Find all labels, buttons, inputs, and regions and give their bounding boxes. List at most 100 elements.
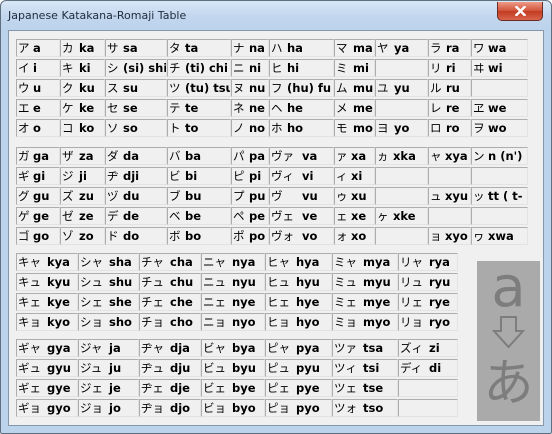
katakana-text: エ [18, 101, 30, 115]
katakana-text: キョ [18, 315, 41, 329]
katakana-text: ホ [271, 121, 283, 135]
romaji-text: xi [351, 169, 363, 183]
romaji-text: zu [79, 189, 94, 203]
table-cell: ズィ zi [398, 339, 458, 357]
katakana-text: ボ [169, 229, 181, 243]
romaji-text: myu [363, 275, 391, 289]
romaji-text: ko [79, 121, 95, 135]
romaji-text: we [488, 101, 507, 115]
table-cell: セ se [105, 99, 167, 117]
katakana-text: ル [430, 81, 442, 95]
katakana-text: オ [18, 121, 30, 135]
romaji-text: mi [353, 61, 369, 75]
romaji-text: xa [351, 149, 367, 163]
table-cell: ヴ vu [269, 187, 334, 205]
katakana-text: ツ [169, 81, 181, 95]
table-cell: ビョ byo [201, 399, 265, 417]
romaji-text: vu [302, 189, 318, 203]
romaji-text: wo [488, 121, 507, 135]
romaji-text: (hu) fu [287, 81, 332, 95]
katakana-text: ヌ [233, 81, 245, 95]
katakana-text: モ [336, 121, 348, 135]
katakana-text: ア [18, 41, 30, 55]
table-cell: マ ma [334, 39, 375, 57]
app-window: Japanese Katakana-Romaji Table ア a カ ka サ sa タ… [0, 0, 552, 434]
katakana-text: ビャ [203, 341, 226, 355]
katakana-text: ゲ [18, 209, 30, 223]
romaji-text: xe [351, 209, 367, 223]
katakana-text: ツィ [334, 361, 357, 375]
table-cell: ヨ yo [375, 119, 428, 137]
table-cell: ヒャ hya [265, 253, 332, 271]
katakana-text: ャ [430, 149, 442, 163]
table-cell: ディ di [398, 359, 458, 377]
table-cell: ツェ tse [332, 379, 398, 397]
table-cell: チョ cho [139, 313, 201, 331]
katakana-text: チョ [141, 315, 164, 329]
table-cell: ユ yu [375, 79, 428, 97]
table-cell: ヂョ djo [139, 399, 201, 417]
table-cell: ボ bo [167, 227, 231, 245]
romaji-text: cho [170, 315, 193, 329]
table-cell: ミャ mya [332, 253, 398, 271]
table-cell: チャ cha [139, 253, 201, 271]
romaji-text: pyu [296, 361, 320, 375]
table-cell: ギェ gye [16, 379, 78, 397]
romaji-text: pe [249, 209, 266, 223]
katakana-text: デ [107, 209, 119, 223]
romaji-text: ga [33, 149, 49, 163]
katakana-text: ヴァ [271, 149, 294, 163]
katakana-text: ショ [80, 315, 103, 329]
katakana-text: ヒ [271, 61, 283, 75]
table-cell: キャ kya [16, 253, 78, 271]
table-cell: ヅ du [105, 187, 167, 205]
katakana-text: ヂュ [141, 361, 164, 375]
katakana-text: ノ [233, 121, 245, 135]
katakana-text: ヲ [473, 121, 485, 135]
romaji-text: yo [394, 121, 410, 135]
table-cell: ソ so [105, 119, 167, 137]
romaji-text: ta [185, 41, 199, 55]
table-cell: ジ ji [60, 167, 105, 185]
romaji-text: nya [232, 255, 256, 269]
katakana-text: ジ [62, 169, 74, 183]
table-cell [375, 59, 428, 77]
katakana-text: ナ [233, 41, 245, 55]
table-cell: ァ xa [334, 147, 375, 165]
katakana-text: ヒュ [267, 275, 290, 289]
katakana-text: ブ [169, 189, 181, 203]
table-cell: モ mo [334, 119, 375, 137]
table-cell: キェ kye [16, 293, 78, 311]
table-cell: ツ (tu) tsu [167, 79, 231, 97]
katakana-text: ゴ [18, 229, 30, 243]
katakana-text: レ [430, 101, 442, 115]
romaji-text: pi [249, 169, 262, 183]
table-cell: ミョ myo [332, 313, 398, 331]
katakana-text: ギェ [18, 381, 41, 395]
romaji-text: kyu [47, 275, 71, 289]
close-button[interactable] [497, 2, 543, 21]
latin-letter: a [491, 255, 526, 320]
katakana-text: カ [62, 41, 74, 55]
down-arrow-icon [492, 316, 525, 349]
katakana-text: ピュ [267, 361, 290, 375]
romaji-text: go [33, 229, 50, 243]
table-cell: ヲ wo [471, 119, 528, 137]
table-cell: ヴェ ve [269, 207, 334, 225]
table-cell: ヴィ vi [269, 167, 334, 185]
katakana-text: ギャ [18, 341, 41, 355]
romaji-text: ji [79, 169, 87, 183]
katakana-text: タ [169, 41, 181, 55]
table-cell: ンn (n') [471, 147, 528, 165]
katakana-text: ヒョ [267, 315, 290, 329]
katakana-text: ヴォ [271, 229, 294, 243]
katakana-text: ミャ [334, 255, 357, 269]
katakana-text: ン [473, 149, 485, 163]
table-cell: ナ na [231, 39, 269, 57]
katakana-text: バ [169, 149, 181, 163]
table-cell: ヤ ya [375, 39, 428, 57]
katakana-text: ヮ [473, 229, 485, 243]
table-cell: ク ku [60, 79, 105, 97]
table-cell: ピョ pyo [265, 399, 332, 417]
romaji-text: mye [363, 295, 391, 309]
